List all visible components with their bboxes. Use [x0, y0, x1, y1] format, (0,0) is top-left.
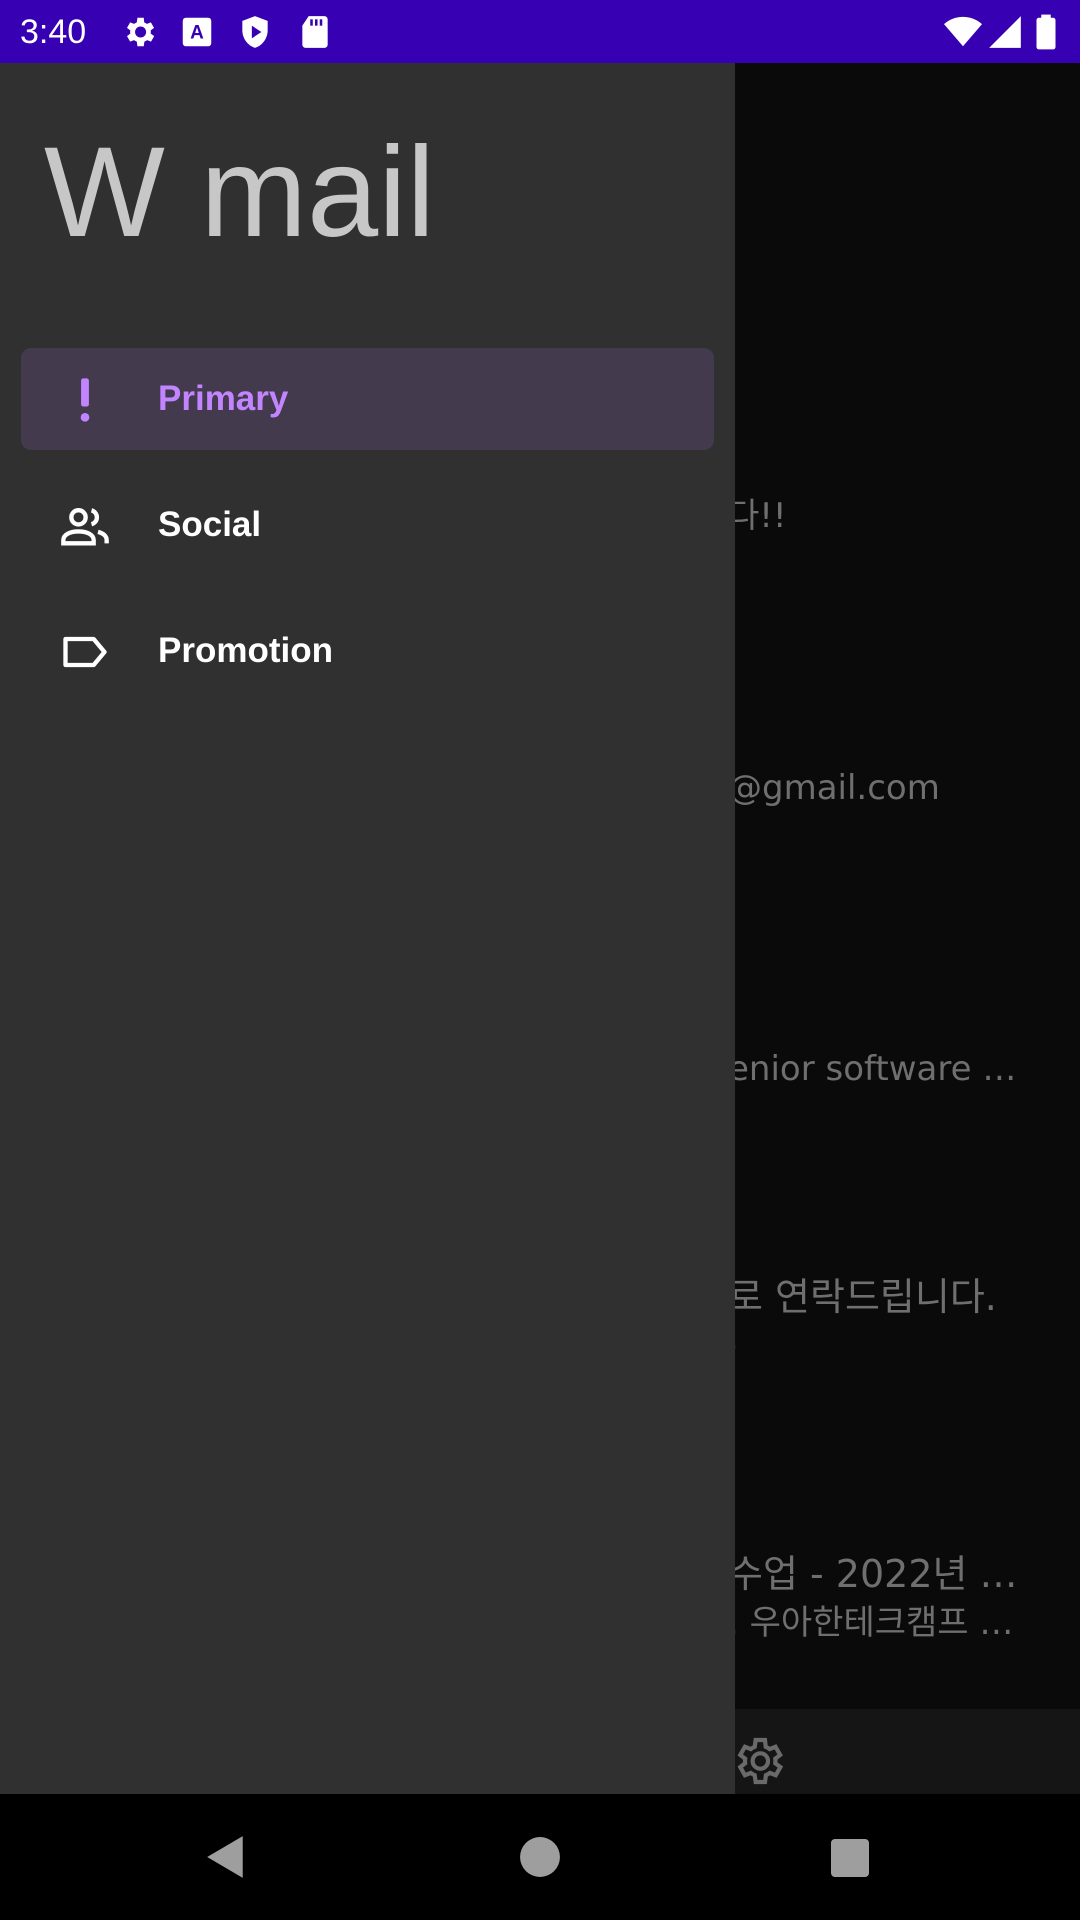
drawer-item-promotion[interactable]: Promotion — [21, 600, 714, 702]
font-a-icon: A — [182, 17, 212, 47]
exclamation-icon — [80, 378, 90, 422]
mail-snippet: 로 연락드립니다. — [728, 1275, 997, 1319]
system-navigation-bar — [0, 1794, 1080, 1920]
drawer-title: W mail — [44, 121, 436, 264]
drawer-item-label: Promotion — [158, 631, 333, 670]
mail-snippet: enior software … — [728, 1049, 1017, 1089]
wifi-icon — [944, 16, 982, 47]
mail-snippet: @gmail.com — [728, 768, 940, 808]
drawer-item-primary[interactable]: Primary — [21, 348, 714, 450]
battery-icon — [1036, 14, 1056, 50]
status-time: 3:40 — [20, 13, 87, 51]
drawer-item-label: Social — [158, 505, 262, 544]
mail-snippet: . 우아한테크캠프 … — [728, 1603, 1014, 1643]
people-icon — [61, 508, 109, 546]
shield-play-icon — [242, 16, 268, 48]
drawer-item-label: Primary — [158, 379, 289, 418]
svg-text:A: A — [190, 22, 204, 43]
drawer-item-social[interactable]: Social — [21, 474, 714, 576]
navigation-drawer: W mail Primary Social Promotion — [0, 63, 735, 1794]
home-icon[interactable] — [519, 1836, 561, 1878]
label-tag-icon — [63, 636, 107, 668]
mail-snippet: 수업 - 2022년 … — [728, 1552, 1018, 1596]
signal-icon — [989, 16, 1021, 48]
setting-icon — [737, 1737, 784, 1785]
recents-icon[interactable] — [830, 1838, 870, 1878]
back-icon[interactable] — [205, 1834, 247, 1880]
sd-card-icon — [302, 16, 328, 48]
settings-icon — [126, 17, 155, 47]
mail-snippet: 다!! — [728, 496, 787, 536]
status-bar: 3:40 A — [0, 0, 1080, 63]
